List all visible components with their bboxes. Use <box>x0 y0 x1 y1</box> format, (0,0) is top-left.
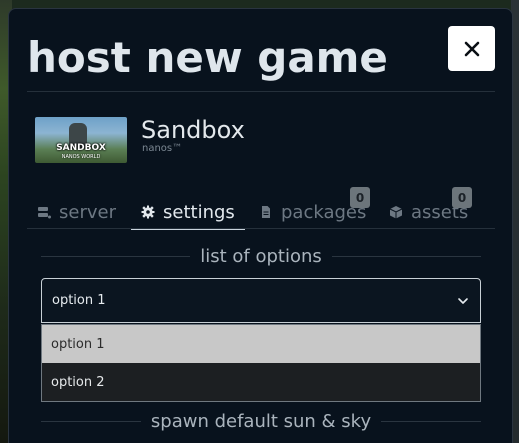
gear-icon <box>141 205 155 219</box>
dialog-title: host new game <box>27 33 388 82</box>
cube-icon <box>389 206 403 219</box>
tab-server[interactable]: server <box>35 195 116 229</box>
game-name: Sandbox <box>141 116 245 144</box>
assets-count-badge: 0 <box>452 187 472 208</box>
heading-rule-left <box>41 255 191 257</box>
options-select[interactable]: option 1 <box>41 278 481 323</box>
tab-settings-label: settings <box>163 201 235 223</box>
game-vendor: nanos™ <box>142 143 183 154</box>
file-icon <box>262 206 270 218</box>
tab-server-label: server <box>59 201 116 223</box>
packages-count-badge: 0 <box>350 187 370 208</box>
tab-settings[interactable]: settings <box>131 195 245 230</box>
dropdown-option-2[interactable]: option 2 <box>42 363 480 401</box>
heading-rule-right <box>381 420 482 422</box>
chevron-down-icon <box>458 298 468 304</box>
spawn-sun-sky-heading: spawn default sun & sky <box>41 409 482 433</box>
heading-rule-left <box>41 420 141 422</box>
close-button[interactable] <box>448 26 495 71</box>
close-icon <box>464 41 479 56</box>
server-icon <box>38 207 51 219</box>
select-value: option 1 <box>52 293 106 308</box>
thumbnail-title: SANDBOX <box>56 143 106 153</box>
dropdown-option-1[interactable]: option 1 <box>42 325 480 363</box>
spawn-sun-sky-label: spawn default sun & sky <box>150 410 372 432</box>
options-dropdown: option 1 option 2 <box>41 324 481 402</box>
heading-rule-right <box>331 255 481 257</box>
list-of-options-label: list of options <box>200 245 322 267</box>
game-thumbnail: SANDBOX NANOS WORLD <box>35 117 127 163</box>
thumbnail-subtitle: NANOS WORLD <box>61 154 101 160</box>
list-of-options-heading: list of options <box>41 244 481 268</box>
host-game-dialog: host new game SANDBOX NANOS WORLD Sandbo… <box>8 8 513 443</box>
title-divider <box>27 91 495 92</box>
tab-bar: server settings packages assets <box>27 195 495 230</box>
